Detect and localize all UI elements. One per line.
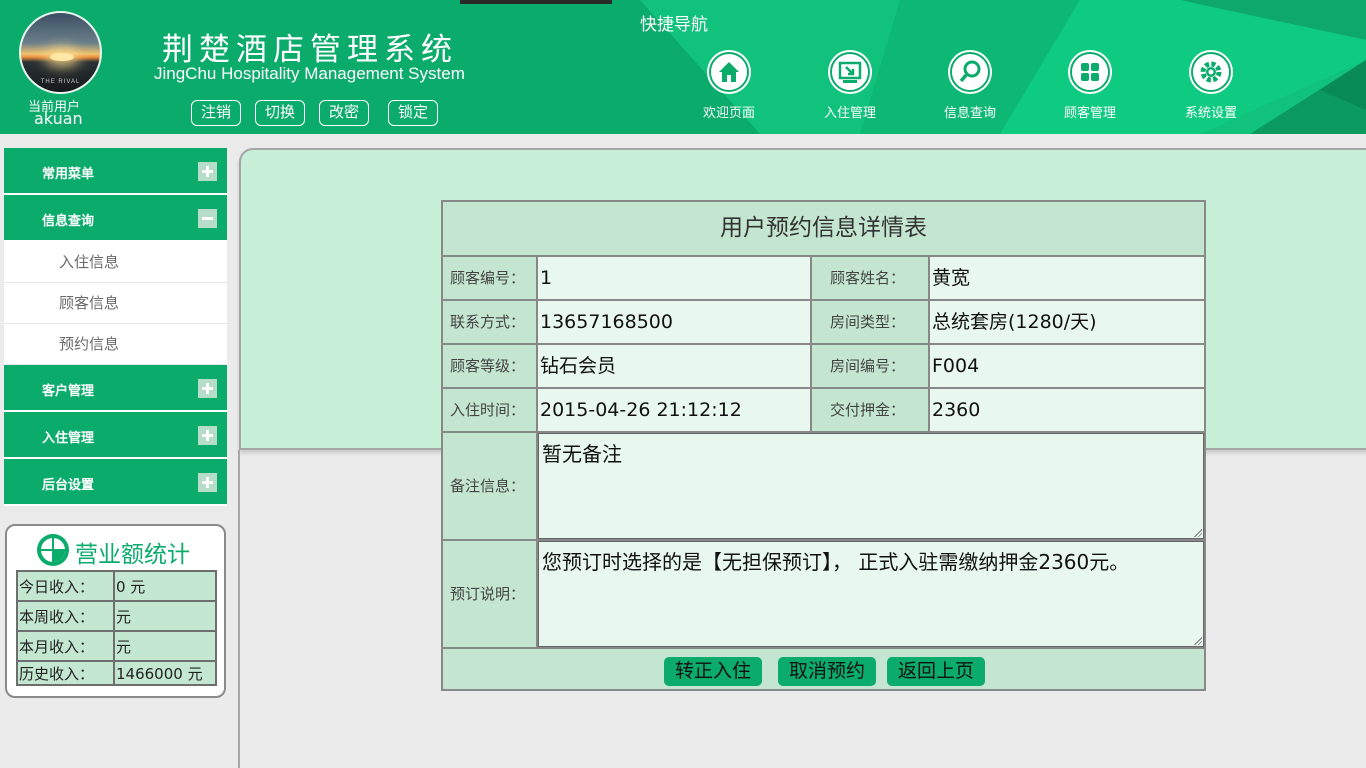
search-icon [950,52,990,92]
revenue-stats-panel: 营业额统计 今日收入： 0 元 本周收入： 元 本月收入： 元 历史收入： 14… [5,524,226,698]
sidebar-group-label: 信息查询 [42,214,95,229]
nav-query[interactable]: 信息查询 [930,52,1010,121]
contact-value: 13657168500 [538,301,810,343]
nav-customer-label: 顾客管理 [1063,106,1116,121]
booking-note-text: 您预订时选择的是【无担保预订】， 正式入驻需缴纳押金2360元。 [542,550,1130,574]
stats-value: 元 [113,600,217,632]
sidebar-group-checkin[interactable]: 入住管理 [4,412,227,459]
remark-cell: 暂无备注 [538,433,1204,539]
stats-title: 营业额统计 [75,542,190,568]
change-password-button[interactable]: 改密 [319,100,369,126]
expand-icon[interactable] [198,379,217,398]
stats-label: 历史收入： [16,660,115,686]
nav-settings-label: 系统设置 [1184,106,1237,121]
room-no-label: 房间编号： [812,345,928,387]
sidebar-group-label: 入住管理 [42,431,95,446]
nav-checkin[interactable]: 入住管理 [810,52,890,121]
avatar-caption: THE RIVAL [40,79,81,85]
customer-level-label: 顾客等级： [443,345,536,387]
top-header: THE RIVAL 当前用户 akuan 荆楚酒店管理系统 JingChu Ho… [0,0,1366,134]
table-row: 今日收入： 0 元 [16,570,217,602]
logout-button[interactable]: 注销 [191,100,241,126]
confirm-checkin-button[interactable]: 转正入住 [664,657,762,686]
checkin-icon [830,52,870,92]
content-divider [238,450,240,768]
system-subtitle: JingChu Hospitality Management System [154,64,465,83]
stats-label: 今日收入： [16,570,115,602]
sidebar-group-common[interactable]: 常用菜单 [4,148,227,195]
booking-note-label: 预订说明： [443,541,536,647]
customer-name-value: 黄宽 [930,257,1204,299]
nav-welcome-label: 欢迎页面 [702,106,755,121]
booking-detail-table: 用户预约信息详情表 顾客编号： 1 顾客姓名： 黄宽 联系方式： 1365716… [441,200,1206,691]
switch-user-button[interactable]: 切换 [255,100,305,126]
sidebar-group-query[interactable]: 信息查询 [4,195,227,242]
quicknav-title: 快捷导航 [640,15,708,35]
nav-checkin-label: 入住管理 [823,106,876,121]
detail-title: 用户预约信息详情表 [443,202,1204,255]
sidebar-group-label: 常用菜单 [42,167,95,182]
stats-label: 本月收入： [16,630,115,662]
checkin-time-label: 入住时间： [443,389,536,431]
customer-name-label: 顾客姓名： [812,257,928,299]
sidebar-item-customer-info[interactable]: 顾客信息 [4,283,227,324]
booking-note-textarea[interactable]: 您预订时选择的是【无担保预订】， 正式入驻需缴纳押金2360元。 [538,541,1204,647]
sidebar: 常用菜单 信息查询 入住信息 顾客信息 预约信息 客户管理 入住管理 后台设置 [4,148,227,506]
sidebar-group-label: 后台设置 [42,478,95,493]
gear-icon [1191,52,1231,92]
resize-grip-icon[interactable] [1194,637,1202,645]
remark-textarea[interactable]: 暂无备注 [538,433,1204,539]
deposit-value: 2360 [930,389,1204,431]
home-icon [709,52,749,92]
nav-query-label: 信息查询 [943,106,996,121]
nav-welcome[interactable]: 欢迎页面 [689,52,769,121]
deposit-label: 交付押金： [812,389,928,431]
customer-id-label: 顾客编号： [443,257,536,299]
sidebar-item-booking-info[interactable]: 预约信息 [4,324,227,365]
expand-icon[interactable] [198,473,217,492]
customer-id-value: 1 [538,257,810,299]
remark-label: 备注信息： [443,433,536,539]
stats-value: 0 元 [113,570,217,602]
table-row: 历史收入： 1466000 元 [16,660,217,686]
sidebar-group-backend[interactable]: 后台设置 [4,459,227,506]
room-type-value: 总统套房(1280/天) [930,301,1204,343]
checkin-time-value: 2015-04-26 21:12:12 [538,389,810,431]
stats-value: 1466000 元 [113,660,217,686]
go-back-button[interactable]: 返回上页 [887,657,985,686]
table-row: 本周收入： 元 [16,600,217,632]
remark-text: 暂无备注 [542,442,622,466]
collapse-icon[interactable] [198,209,217,228]
room-type-label: 房间类型： [812,301,928,343]
table-row: 本月收入： 元 [16,630,217,662]
stats-value: 元 [113,630,217,662]
room-no-value: F004 [930,345,1204,387]
lock-button[interactable]: 锁定 [388,100,438,126]
stats-table: 今日收入： 0 元 本周收入： 元 本月收入： 元 历史收入： 1466000 … [16,570,217,686]
nav-customer[interactable]: 顾客管理 [1050,52,1130,121]
sidebar-item-checkin-info[interactable]: 入住信息 [4,242,227,283]
customer-level-value: 钻石会员 [538,345,810,387]
resize-grip-icon[interactable] [1194,529,1202,537]
sidebar-group-client[interactable]: 客户管理 [4,365,227,412]
expand-icon[interactable] [198,162,217,181]
cancel-booking-button[interactable]: 取消预约 [778,657,876,686]
system-title: 荆楚酒店管理系统 [162,32,458,68]
grid-icon [1070,52,1110,92]
expand-icon[interactable] [198,426,217,445]
booking-note-cell: 您预订时选择的是【无担保预订】， 正式入驻需缴纳押金2360元。 [538,541,1204,647]
sidebar-group-label: 客户管理 [42,384,95,399]
nav-settings[interactable]: 系统设置 [1171,52,1251,121]
stats-label: 本周收入： [16,600,115,632]
contact-label: 联系方式： [443,301,536,343]
pie-chart-icon [37,534,69,566]
user-avatar[interactable]: THE RIVAL [19,11,102,94]
current-user-name: akuan [34,109,83,128]
